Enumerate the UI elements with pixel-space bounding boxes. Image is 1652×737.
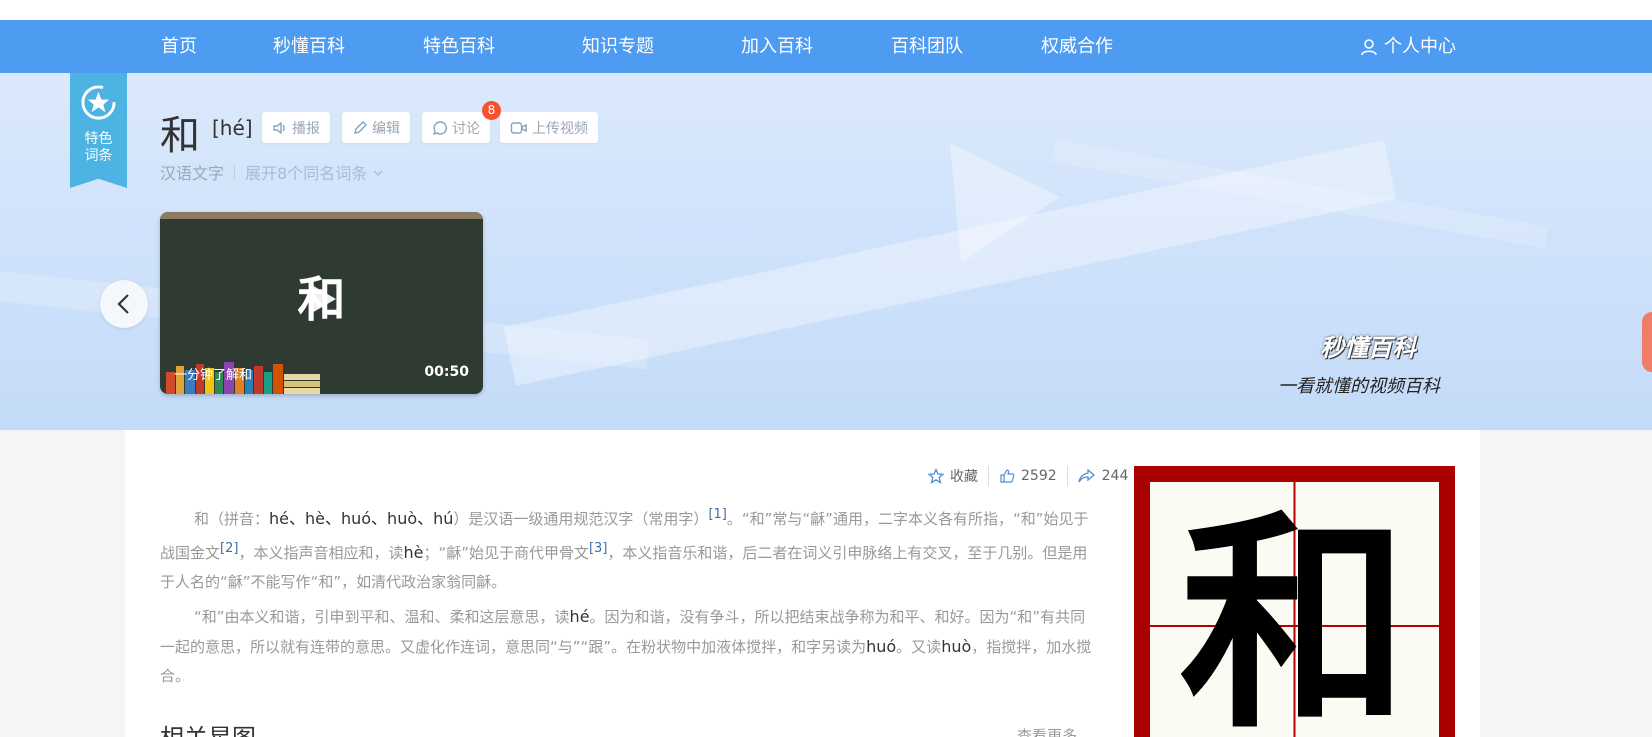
top-nav: 首页 秒懂百科 特色百科 知识专题 加入百科 百科团队 权威合作 个人中心 — [0, 20, 1652, 73]
paragraph-1: 和（拼音：hé、hè、huó、huò、hú）是汉语一级通用规范汉字（常用字）[1… — [160, 500, 1100, 597]
discuss-count-badge: 8 — [482, 101, 501, 120]
entry-title: 和 — [160, 113, 200, 159]
edit-button[interactable]: 编辑 — [342, 112, 410, 143]
p2-pinyin-3: huò — [941, 637, 972, 656]
broadcast-label: 播报 — [292, 120, 320, 137]
video-camera-icon — [510, 121, 527, 134]
p2-text-3: 。又读 — [896, 638, 942, 656]
chevron-left-icon — [117, 294, 129, 314]
top-strip — [0, 0, 1652, 20]
share-count: 244 — [1101, 468, 1129, 484]
p1-text-1: 和（拼音： — [194, 510, 270, 528]
entry-stats: 收藏 2592 244 — [928, 466, 1128, 486]
expand-homonyms-label: 展开8个同名词条 — [245, 164, 368, 183]
entry-subline: 汉语文字 展开8个同名词条 — [160, 160, 384, 184]
p1-pinyin-1: hé、hè、huó、huò、hú — [269, 509, 454, 528]
user-center-link[interactable]: 个人中心 — [1360, 20, 1456, 73]
character-grid: 和 — [1150, 482, 1439, 737]
ribbon-line-2: 词条 — [84, 148, 113, 164]
brand-logo: 秒懂百科 — [1320, 333, 1416, 362]
stats-divider — [1066, 466, 1068, 486]
edit-label: 编辑 — [372, 120, 400, 137]
discuss-button[interactable]: 讨论 — [422, 112, 490, 143]
p2-pinyin-1: hé — [569, 607, 590, 626]
play-icon[interactable] — [306, 282, 338, 316]
pencil-icon — [354, 120, 367, 134]
ribbon-line-1: 特色 — [84, 131, 113, 147]
p1-text-4: ，本义指声音相应和，读 — [238, 544, 404, 562]
related-section-title: 相关星图 — [160, 718, 256, 737]
user-icon — [1361, 38, 1377, 55]
like-button[interactable]: 2592 — [999, 468, 1057, 484]
p1-text-5: ；“龢”始见于商代甲骨文 — [423, 544, 589, 562]
expand-homonyms-link[interactable]: 展开8个同名词条 — [245, 160, 384, 184]
nav-item-featured[interactable]: 特色百科 — [423, 20, 495, 73]
comment-icon — [432, 120, 447, 135]
star-icon — [928, 468, 944, 484]
character-image[interactable]: 和 — [1134, 466, 1455, 737]
user-center-label: 个人中心 — [1384, 36, 1456, 57]
share-icon — [1078, 468, 1095, 483]
upload-video-label: 上传视频 — [532, 120, 588, 137]
chevron-down-icon — [373, 170, 383, 177]
speaker-icon — [273, 121, 285, 134]
side-widget[interactable] — [1642, 312, 1652, 372]
reference-2[interactable]: [2] — [220, 541, 238, 556]
view-more-link[interactable]: 查看更多 — [1017, 725, 1077, 737]
reference-1[interactable]: [1] — [708, 507, 726, 522]
video-thumbnail[interactable]: 和 一分钟了解和 00:50 — [160, 212, 483, 394]
featured-star-icon — [81, 85, 116, 120]
favorite-button[interactable]: 收藏 — [928, 466, 978, 486]
subline-divider — [234, 165, 236, 179]
thumbs-up-icon — [1000, 469, 1015, 483]
reference-3[interactable]: [3] — [589, 541, 607, 556]
video-title: 一分钟了解和 — [174, 368, 253, 383]
p1-text-2: ）是汉语一级通用规范汉字（常用字） — [453, 510, 709, 528]
broadcast-button[interactable]: 播报 — [262, 112, 330, 143]
like-count: 2592 — [1021, 468, 1057, 484]
p2-pinyin-2: huó — [866, 637, 897, 656]
stats-divider — [988, 466, 989, 486]
paragraph-2: “和”由本义和谐，引申到平和、温和、柔和这层意思，读hé。因为和谐，没有争斗，所… — [160, 602, 1100, 691]
previous-button[interactable] — [100, 280, 148, 328]
character-image-glyph: 和 — [1179, 490, 1410, 737]
nav-item-partners[interactable]: 权威合作 — [1041, 20, 1113, 73]
chalkboard-frame — [160, 212, 483, 219]
upload-video-button[interactable]: 上传视频 — [500, 112, 598, 143]
entry-pinyin: [hé] — [212, 116, 253, 140]
share-button[interactable]: 244 — [1078, 468, 1129, 484]
nav-item-miaodong[interactable]: 秒懂百科 — [273, 20, 345, 73]
entry-category: 汉语文字 — [160, 164, 225, 183]
featured-entry-ribbon: 特色 词条 — [70, 73, 127, 188]
nav-item-home[interactable]: 首页 — [161, 20, 197, 73]
nav-item-topics[interactable]: 知识专题 — [582, 20, 654, 73]
discuss-label: 讨论 — [452, 120, 480, 137]
nav-item-join[interactable]: 加入百科 — [741, 20, 813, 73]
brand-slogan: 一看就懂的视频百科 — [1278, 376, 1440, 397]
p1-pinyin-2: hè — [403, 543, 424, 562]
p2-text-1: “和”由本义和谐，引申到平和、温和、柔和这层意思，读 — [194, 608, 570, 626]
nav-item-team[interactable]: 百科团队 — [891, 20, 963, 73]
favorite-label: 收藏 — [950, 469, 978, 485]
video-duration: 00:50 — [424, 364, 469, 380]
